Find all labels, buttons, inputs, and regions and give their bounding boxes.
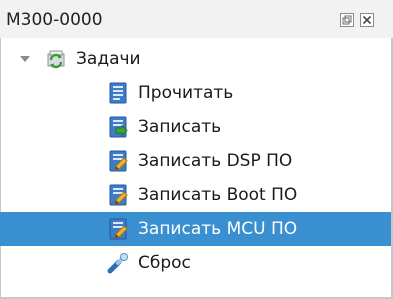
tree-item-write-boot[interactable]: Записать Boot ПО [0, 178, 391, 212]
tree-item-write-mcu[interactable]: Записать MCU ПО [0, 212, 391, 246]
task-tree: Задачи Прочитать Записать Записать DSP П… [0, 38, 393, 299]
tree-item-write[interactable]: Записать [0, 110, 391, 144]
panel-titlebar[interactable]: М300-0000 [0, 0, 393, 38]
dock-panel: М300-0000 Задачи Прочитать Записать Запи… [0, 0, 393, 299]
document-edit-icon [109, 218, 128, 240]
tree-item-label: Прочитать [138, 83, 234, 103]
tree-item-label: Записать DSP ПО [138, 151, 293, 171]
tasks-sync-icon [47, 50, 65, 69]
expand-arrow-icon[interactable] [18, 52, 32, 66]
tree-item-write-dsp[interactable]: Записать DSP ПО [0, 144, 391, 178]
document-edit-icon [109, 150, 128, 172]
document-edit-icon [109, 184, 128, 206]
tree-item-label: Записать Boot ПО [138, 185, 298, 205]
document-read-icon [109, 82, 127, 104]
reset-tool-icon [107, 253, 128, 274]
document-write-icon [109, 116, 128, 138]
tree-item-label: Записать MCU ПО [138, 219, 298, 239]
tree-item-label: Записать [138, 117, 222, 137]
tree-item-reset[interactable]: Сброс [0, 246, 391, 280]
close-icon[interactable] [360, 13, 374, 27]
float-window-icon[interactable] [340, 13, 354, 27]
tree-root-tasks[interactable]: Задачи [0, 42, 391, 76]
tree-item-read[interactable]: Прочитать [0, 76, 391, 110]
panel-title: М300-0000 [6, 10, 103, 30]
tree-item-label: Сброс [138, 253, 191, 273]
tree-root-label: Задачи [76, 49, 141, 69]
